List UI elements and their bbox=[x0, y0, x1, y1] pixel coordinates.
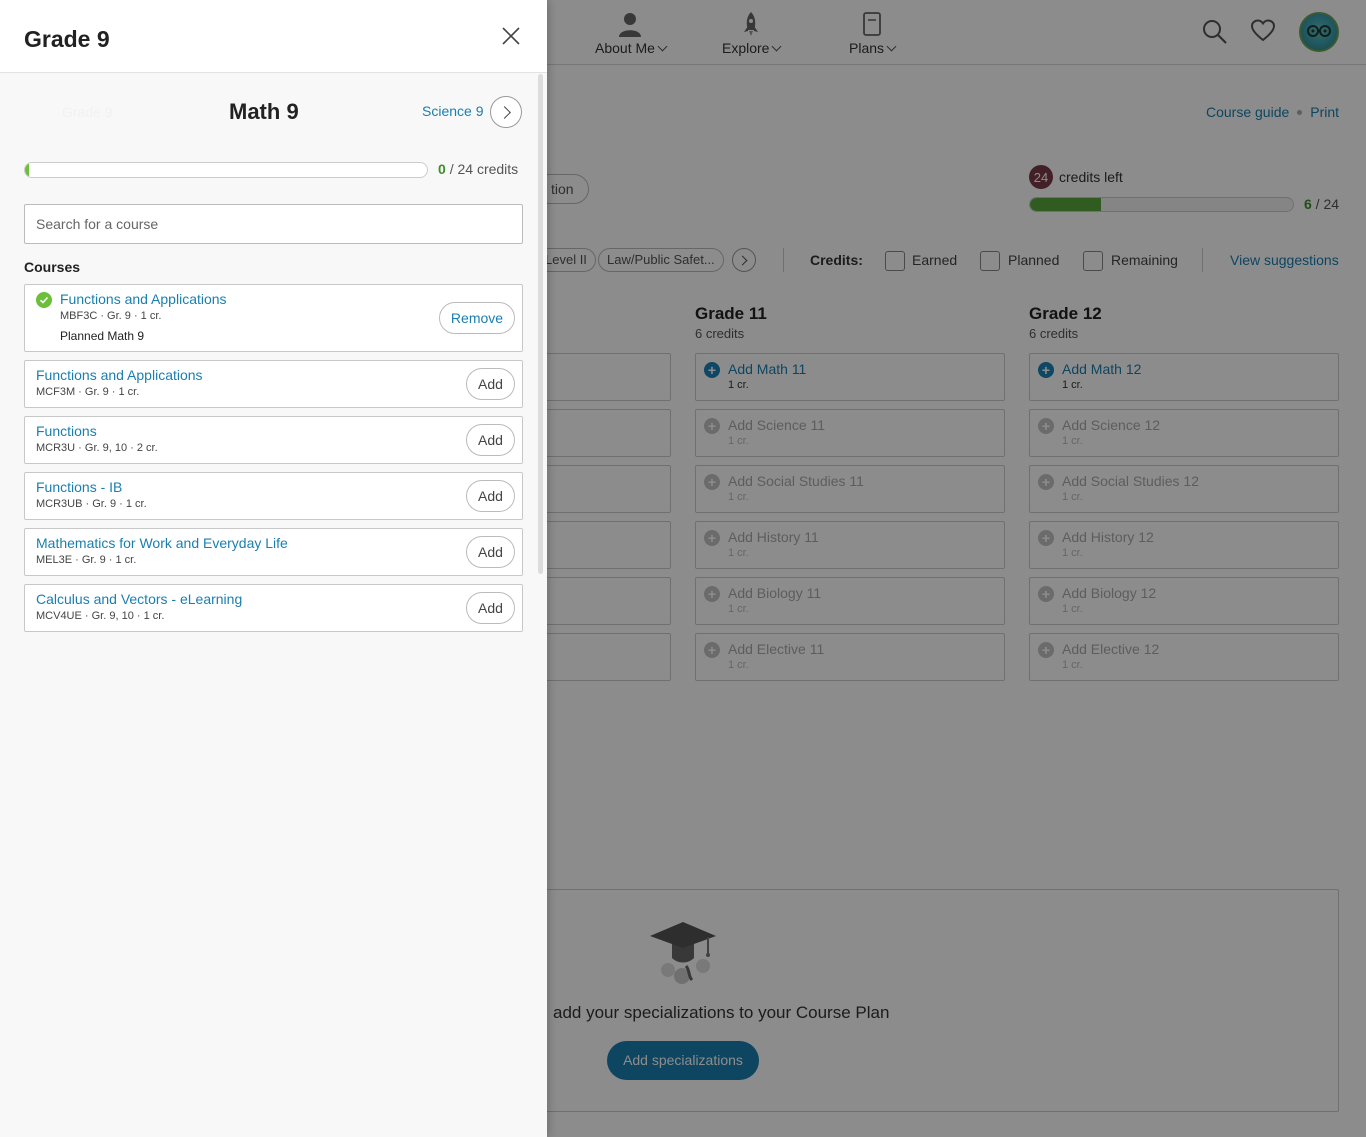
scrollbar-thumb[interactable] bbox=[538, 74, 543, 574]
panel-title: Grade 9 bbox=[24, 26, 110, 52]
add-course-button[interactable]: Add bbox=[466, 592, 515, 624]
courses-heading: Courses bbox=[24, 259, 81, 275]
close-icon[interactable] bbox=[499, 24, 523, 48]
add-course-button[interactable]: Add bbox=[466, 536, 515, 568]
credits-separator: / bbox=[449, 161, 454, 177]
add-course-button[interactable]: Add bbox=[466, 480, 515, 512]
course-meta: MBF3C · Gr. 9 · 1 cr. bbox=[60, 310, 162, 322]
course-meta: MCR3U · Gr. 9, 10 · 2 cr. bbox=[36, 442, 158, 454]
credits-progress-text: 0 / 24 credits bbox=[438, 161, 518, 177]
check-circle-icon bbox=[36, 292, 52, 308]
course-name-link[interactable]: Calculus and Vectors - eLearning bbox=[36, 591, 242, 607]
chevron-right-icon bbox=[498, 105, 511, 119]
previous-subject-link: Grade 9 bbox=[62, 104, 113, 120]
course-card: Functions - IB MCR3UB · Gr. 9 · 1 cr. Add bbox=[24, 472, 523, 520]
course-name-link[interactable]: Functions - IB bbox=[36, 479, 122, 495]
planned-note: Planned Math 9 bbox=[60, 329, 145, 343]
credits-earned: 0 bbox=[438, 161, 446, 177]
course-card: Functions and Applications MCF3M · Gr. 9 … bbox=[24, 360, 523, 408]
course-meta: MEL3E · Gr. 9 · 1 cr. bbox=[36, 554, 137, 566]
course-meta: MCV4UE · Gr. 9, 10 · 1 cr. bbox=[36, 610, 165, 622]
credits-total: 24 bbox=[457, 161, 474, 177]
course-search-input[interactable] bbox=[24, 204, 523, 244]
subject-title: Math 9 bbox=[229, 99, 299, 124]
course-name-link[interactable]: Functions and Applications bbox=[60, 291, 227, 307]
credits-progress-fill bbox=[25, 163, 30, 177]
add-course-button[interactable]: Add bbox=[466, 424, 515, 456]
remove-course-button[interactable]: Remove bbox=[439, 302, 515, 334]
course-name-link[interactable]: Mathematics for Work and Everyday Life bbox=[36, 535, 288, 551]
course-meta: MCR3UB · Gr. 9 · 1 cr. bbox=[36, 498, 147, 510]
course-name-link[interactable]: Functions bbox=[36, 423, 97, 439]
course-card: Calculus and Vectors - eLearning MCV4UE ·… bbox=[24, 584, 523, 632]
add-course-button[interactable]: Add bbox=[466, 368, 515, 400]
course-card: Functions and Applications MBF3C · Gr. 9 … bbox=[24, 284, 523, 352]
credits-progress-bar bbox=[24, 162, 428, 178]
course-selection-panel: Grade 9 Grade 9 Math 9 Science 9 0 / 24 … bbox=[0, 0, 547, 1137]
course-card: Functions MCR3U · Gr. 9, 10 · 2 cr. Add bbox=[24, 416, 523, 464]
panel-header: Grade 9 bbox=[0, 0, 547, 73]
credits-unit: credits bbox=[476, 161, 519, 177]
course-name-link[interactable]: Functions and Applications bbox=[36, 367, 203, 383]
next-subject-button[interactable] bbox=[490, 96, 522, 128]
next-subject-link[interactable]: Science 9 bbox=[422, 103, 483, 119]
course-meta: MCF3M · Gr. 9 · 1 cr. bbox=[36, 386, 140, 398]
course-card: Mathematics for Work and Everyday Life ME… bbox=[24, 528, 523, 576]
